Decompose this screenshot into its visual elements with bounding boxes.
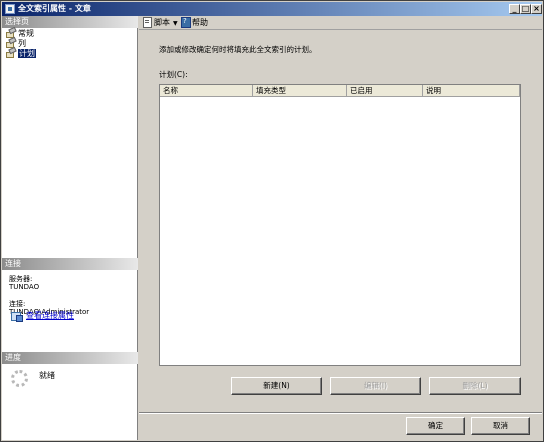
- progress-header: 进度: [2, 352, 138, 364]
- delete-button[interactable]: 删除(L): [429, 377, 521, 395]
- connection-properties-icon: [11, 311, 23, 322]
- connection-header: 连接: [2, 258, 138, 270]
- help-icon: [180, 17, 191, 28]
- close-button[interactable]: ×: [531, 4, 542, 14]
- toolbar: 脚本▼ 帮助: [139, 16, 542, 30]
- page-item-schedule[interactable]: 计划: [6, 48, 36, 59]
- column-header-description[interactable]: 说明: [423, 85, 520, 97]
- server-value: TUNDAO: [9, 283, 40, 291]
- schedule-list-label: 计划(C):: [159, 70, 188, 79]
- column-header-name[interactable]: 名称: [160, 85, 253, 97]
- page-icon: [6, 48, 16, 58]
- window-app-icon: [5, 4, 15, 14]
- column-header-enabled[interactable]: 已启用: [347, 85, 423, 97]
- progress-spinner-icon: [11, 370, 28, 387]
- progress-status: 就绪: [39, 371, 55, 380]
- footer-divider: [139, 412, 542, 414]
- script-button[interactable]: 脚本 ▼: [142, 17, 178, 29]
- new-button[interactable]: 新建(N): [231, 377, 322, 395]
- edit-button[interactable]: 编辑(I): [330, 377, 421, 395]
- help-label: 帮助: [192, 18, 208, 27]
- window-title: 全文索引属性 - 文章: [18, 4, 91, 13]
- ok-button[interactable]: 确定: [406, 417, 465, 435]
- dropdown-arrow-icon[interactable]: ▼: [173, 18, 178, 30]
- script-icon: [142, 17, 152, 28]
- column-header-fill-type[interactable]: 填充类型: [253, 85, 347, 97]
- help-button[interactable]: 帮助: [180, 17, 208, 29]
- minimize-button[interactable]: _: [509, 4, 520, 14]
- view-connection-properties-link[interactable]: 查看连接属性: [26, 310, 74, 321]
- script-label: 脚本: [154, 18, 170, 27]
- page-description: 添加或修改确定何时将填充此全文索引的计划。: [159, 45, 317, 54]
- cancel-button[interactable]: 取消: [471, 417, 530, 435]
- left-panel: 选择页 常规 列 计划 连接 服务器: TUNDAO 连接: TUNDAO\Ad…: [2, 16, 138, 440]
- page-item-label: 计划: [18, 49, 36, 58]
- schedule-grid[interactable]: 名称 填充类型 已启用 说明: [159, 84, 521, 366]
- title-bar[interactable]: 全文索引属性 - 文章 _ □ ×: [2, 2, 542, 16]
- maximize-button[interactable]: □: [520, 4, 531, 14]
- page-item-label: 列: [18, 39, 26, 48]
- select-page-header: 选择页: [2, 16, 138, 28]
- dialog-window: 全文索引属性 - 文章 _ □ × 选择页 常规 列 计划 连接 服务器: TU…: [0, 0, 544, 442]
- page-item-label: 常规: [18, 29, 34, 38]
